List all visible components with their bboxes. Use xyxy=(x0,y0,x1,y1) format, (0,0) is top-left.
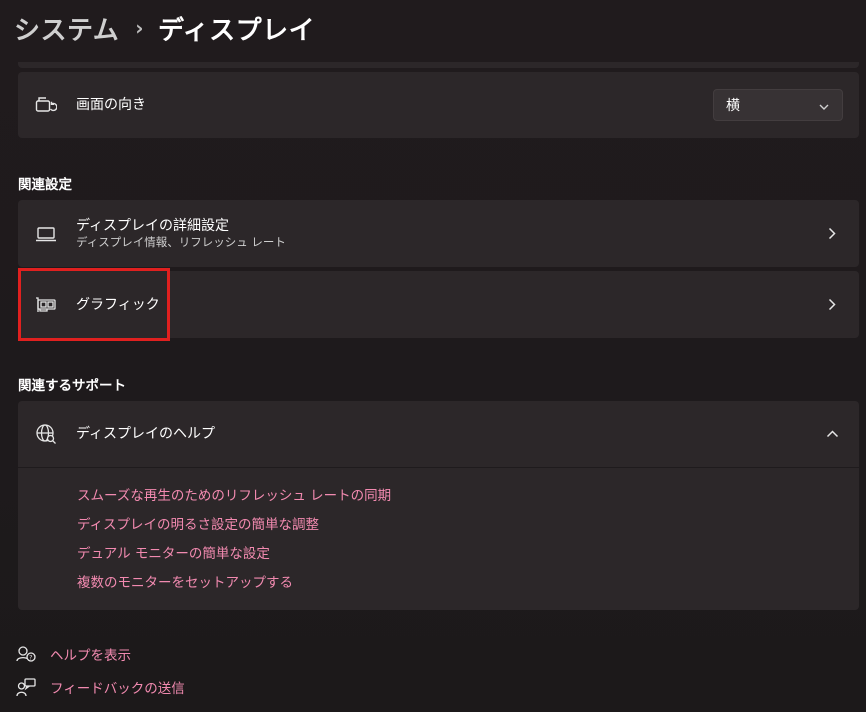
related-support-heading: 関連するサポート xyxy=(18,378,126,394)
help-links: スムーズな再生のためのリフレッシュ レートの同期 ディスプレイの明るさ設定の簡単… xyxy=(77,486,391,602)
related-settings-heading: 関連設定 xyxy=(18,177,72,193)
screen-rotate-icon xyxy=(34,93,58,117)
svg-text:?: ? xyxy=(29,655,32,662)
orientation-dropdown-value: 横 xyxy=(726,98,740,114)
chevron-right-icon xyxy=(825,298,839,312)
graphics-title: グラフィック xyxy=(76,296,160,313)
chevron-down-icon xyxy=(818,96,830,115)
help-link-refresh-rate[interactable]: スムーズな再生のためのリフレッシュ レートの同期 xyxy=(77,486,391,515)
chevron-right-icon xyxy=(825,227,839,241)
get-help-link[interactable]: ? ヘルプを表示 xyxy=(16,644,131,664)
page-title: ディスプレイ xyxy=(157,15,316,46)
help-divider xyxy=(18,467,859,468)
feedback-label: フィードバックの送信 xyxy=(50,681,185,697)
help-person-icon: ? xyxy=(16,644,36,664)
advanced-display-subtitle: ディスプレイ情報、リフレッシュ レート xyxy=(76,235,286,249)
advanced-display-title: ディスプレイの詳細設定 xyxy=(76,218,230,234)
orientation-setting-card: 画面の向き 横 xyxy=(18,72,859,138)
get-help-label: ヘルプを表示 xyxy=(50,648,131,664)
display-settings-page: システム › ディスプレイ 画面の向き 横 関連設定 ディスプレイの詳細設定 デ… xyxy=(0,0,866,712)
previous-card-edge xyxy=(18,62,859,68)
display-help-title: ディスプレイのヘルプ xyxy=(76,426,216,442)
globe-search-icon xyxy=(34,422,58,446)
laptop-icon xyxy=(34,222,58,246)
help-link-brightness[interactable]: ディスプレイの明るさ設定の簡単な調整 xyxy=(77,515,391,544)
advanced-display-card[interactable]: ディスプレイの詳細設定 ディスプレイ情報、リフレッシュ レート xyxy=(18,200,859,267)
feedback-link[interactable]: フィードバックの送信 xyxy=(16,677,185,697)
help-link-multi-monitor[interactable]: 複数のモニターをセットアップする xyxy=(77,573,391,602)
chevron-up-icon xyxy=(825,427,839,441)
graphics-card[interactable]: グラフィック xyxy=(18,271,859,338)
breadcrumb-separator: › xyxy=(135,16,144,40)
display-help-header[interactable]: ディスプレイのヘルプ xyxy=(18,401,859,467)
help-link-dual-monitor[interactable]: デュアル モニターの簡単な設定 xyxy=(77,544,391,573)
graphics-card-icon xyxy=(34,293,58,317)
breadcrumb-system[interactable]: システム xyxy=(14,10,119,47)
feedback-person-icon xyxy=(16,677,36,697)
breadcrumb: システム › ディスプレイ xyxy=(14,8,315,48)
orientation-label: 画面の向き xyxy=(76,97,146,113)
orientation-dropdown[interactable]: 横 xyxy=(713,89,843,121)
